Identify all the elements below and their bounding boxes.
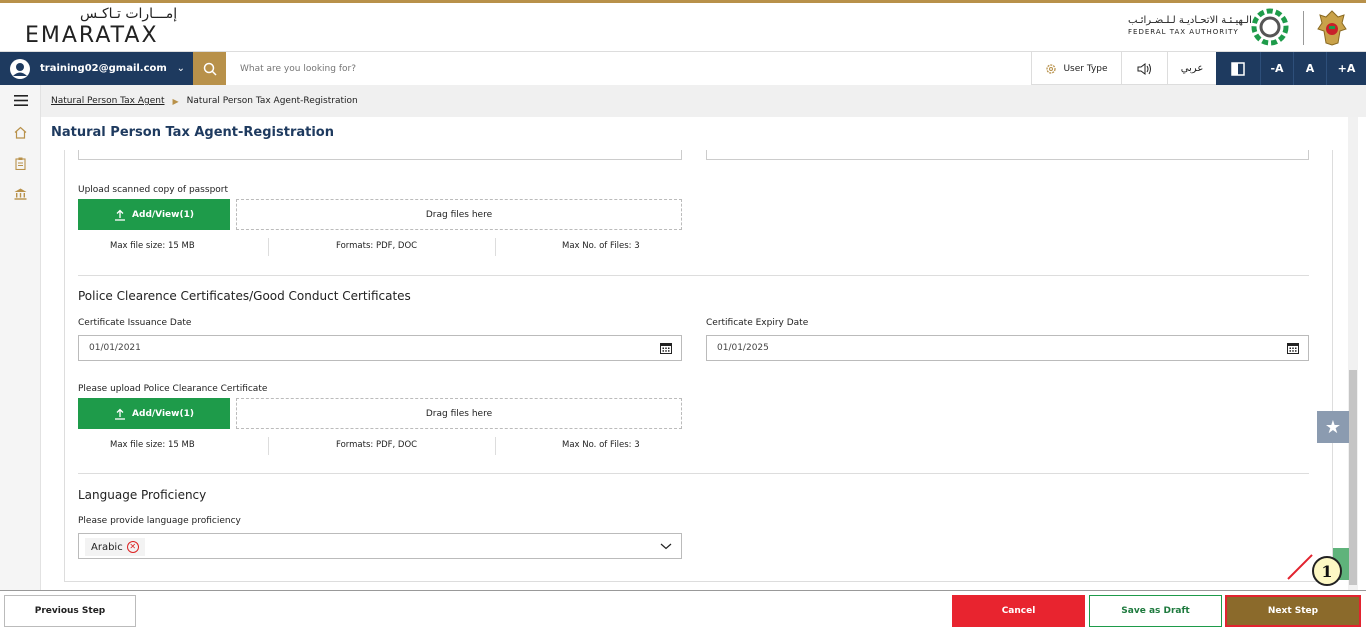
font-decrease-button[interactable]: -A bbox=[1260, 52, 1293, 85]
search-icon bbox=[203, 62, 217, 76]
logo-arabic: إمـــارات تـاكـس bbox=[80, 6, 178, 22]
remove-chip-icon[interactable]: ✕ bbox=[126, 541, 139, 553]
speaker-icon bbox=[1137, 62, 1151, 75]
police-max-size: Max file size: 15 MB bbox=[110, 440, 195, 450]
upload-icon bbox=[115, 209, 126, 221]
sidebar-item-home[interactable] bbox=[0, 121, 41, 143]
police-upload-label: Please upload Police Clearance Certifica… bbox=[78, 384, 268, 394]
bank-icon bbox=[14, 188, 27, 200]
language-label: Please provide language proficiency bbox=[78, 516, 241, 526]
star-icon: ★ bbox=[1324, 416, 1342, 438]
footer-actions: Previous Step Cancel Save as Draft Next … bbox=[0, 590, 1366, 637]
search-input[interactable] bbox=[226, 52, 1031, 85]
site-header: إمـــارات تـاكـس EMARATAX الـهيـئـة الات… bbox=[0, 3, 1366, 52]
sound-button[interactable] bbox=[1121, 52, 1167, 85]
passport-drop-zone[interactable]: Drag files here bbox=[236, 199, 682, 230]
police-drop-zone[interactable]: Drag files here bbox=[236, 398, 682, 429]
sidebar-item-bank[interactable] bbox=[0, 183, 41, 205]
fta-logo-icon bbox=[1251, 8, 1289, 46]
hamburger-icon bbox=[13, 94, 28, 106]
user-email: training02@gmail.com bbox=[40, 63, 167, 74]
passport-upload-label: Upload scanned copy of passport bbox=[78, 185, 229, 195]
expiry-date-field[interactable]: 01/01/2025 bbox=[706, 335, 1309, 361]
font-increase-button[interactable]: +A bbox=[1326, 52, 1366, 85]
home-icon bbox=[14, 126, 27, 139]
user-type-button[interactable]: User Type bbox=[1031, 52, 1121, 85]
previous-field-right[interactable] bbox=[706, 150, 1309, 160]
expiry-date-label: Certificate Expiry Date bbox=[706, 318, 809, 328]
sidebar bbox=[0, 85, 41, 590]
user-avatar-icon bbox=[10, 58, 30, 79]
language-arabic-button[interactable]: عربي bbox=[1167, 52, 1216, 85]
info-divider bbox=[268, 437, 269, 455]
breadcrumb-parent-link[interactable]: Natural Person Tax Agent bbox=[51, 96, 165, 106]
clipboard-icon bbox=[15, 157, 26, 170]
scrollbar-thumb[interactable] bbox=[1349, 370, 1357, 585]
section-divider bbox=[78, 275, 1309, 276]
form-content: Upload scanned copy of passport Add/View… bbox=[64, 150, 1333, 582]
info-divider bbox=[495, 238, 496, 256]
breadcrumb-arrow-icon: ▶ bbox=[172, 96, 179, 106]
step-annotation-marker: 1 bbox=[1312, 556, 1342, 586]
contrast-icon bbox=[1231, 61, 1245, 76]
page-title: Natural Person Tax Agent-Registration bbox=[51, 125, 334, 140]
info-divider bbox=[495, 437, 496, 455]
police-add-view-label: Add/View(1) bbox=[132, 408, 194, 419]
header-divider bbox=[1303, 11, 1304, 45]
language-section-title: Language Proficiency bbox=[78, 488, 207, 502]
fta-name-english: FEDERAL TAX AUTHORITY bbox=[1128, 28, 1239, 36]
calendar-icon[interactable] bbox=[660, 342, 672, 354]
uae-emblem-icon bbox=[1317, 10, 1347, 46]
upload-icon bbox=[115, 408, 126, 420]
next-step-button[interactable]: Next Step bbox=[1225, 595, 1361, 627]
save-draft-button[interactable]: Save as Draft bbox=[1089, 595, 1222, 627]
fta-name-arabic: الـهيـئـة الاتحـاديـة لـلـضـرائـب bbox=[1128, 15, 1252, 26]
cancel-button[interactable]: Cancel bbox=[952, 595, 1085, 627]
search-button[interactable] bbox=[193, 52, 226, 85]
language-select[interactable]: Arabic ✕ bbox=[78, 533, 682, 559]
police-formats: Formats: PDF, DOC bbox=[336, 440, 418, 450]
chevron-down-icon: ⌄ bbox=[176, 63, 185, 74]
chevron-down-icon bbox=[660, 543, 672, 550]
language-chip-label: Arabic bbox=[91, 541, 123, 553]
issuance-date-field[interactable]: 01/01/2021 bbox=[78, 335, 682, 361]
police-section-title: Police Clearence Certificates/Good Condu… bbox=[78, 289, 411, 303]
top-navbar: training02@gmail.com ⌄ User Type عربي -A… bbox=[0, 52, 1366, 85]
previous-step-button[interactable]: Previous Step bbox=[4, 595, 136, 627]
favorite-star-button[interactable]: ★ bbox=[1317, 411, 1349, 443]
expiry-date-value: 01/01/2025 bbox=[717, 343, 769, 353]
police-add-view-button[interactable]: Add/View(1) bbox=[78, 398, 230, 429]
passport-max-files: Max No. of Files: 3 bbox=[562, 241, 640, 251]
language-chip: Arabic ✕ bbox=[85, 538, 145, 556]
passport-max-size: Max file size: 15 MB bbox=[110, 241, 195, 251]
calendar-icon[interactable] bbox=[1287, 342, 1299, 354]
sidebar-item-clipboard[interactable] bbox=[0, 152, 41, 174]
breadcrumb-current: Natural Person Tax Agent-Registration bbox=[186, 96, 358, 106]
user-menu[interactable]: training02@gmail.com ⌄ bbox=[0, 52, 193, 85]
info-divider bbox=[268, 238, 269, 256]
logo-emaratax[interactable]: EMARATAX bbox=[25, 23, 159, 48]
issuance-date-value: 01/01/2021 bbox=[89, 343, 141, 353]
font-normal-button[interactable]: A bbox=[1293, 52, 1326, 85]
menu-toggle[interactable] bbox=[0, 89, 41, 111]
gear-icon bbox=[1046, 63, 1057, 74]
breadcrumb: Natural Person Tax Agent ▶ Natural Perso… bbox=[41, 85, 1366, 117]
user-type-label: User Type bbox=[1063, 63, 1108, 74]
passport-formats: Formats: PDF, DOC bbox=[336, 241, 418, 251]
passport-add-view-label: Add/View(1) bbox=[132, 209, 194, 220]
contrast-button[interactable] bbox=[1216, 52, 1260, 85]
police-max-files: Max No. of Files: 3 bbox=[562, 440, 640, 450]
section-divider bbox=[78, 473, 1309, 474]
passport-add-view-button[interactable]: Add/View(1) bbox=[78, 199, 230, 230]
issuance-date-label: Certificate Issuance Date bbox=[78, 318, 192, 328]
previous-field-left[interactable] bbox=[78, 150, 682, 160]
